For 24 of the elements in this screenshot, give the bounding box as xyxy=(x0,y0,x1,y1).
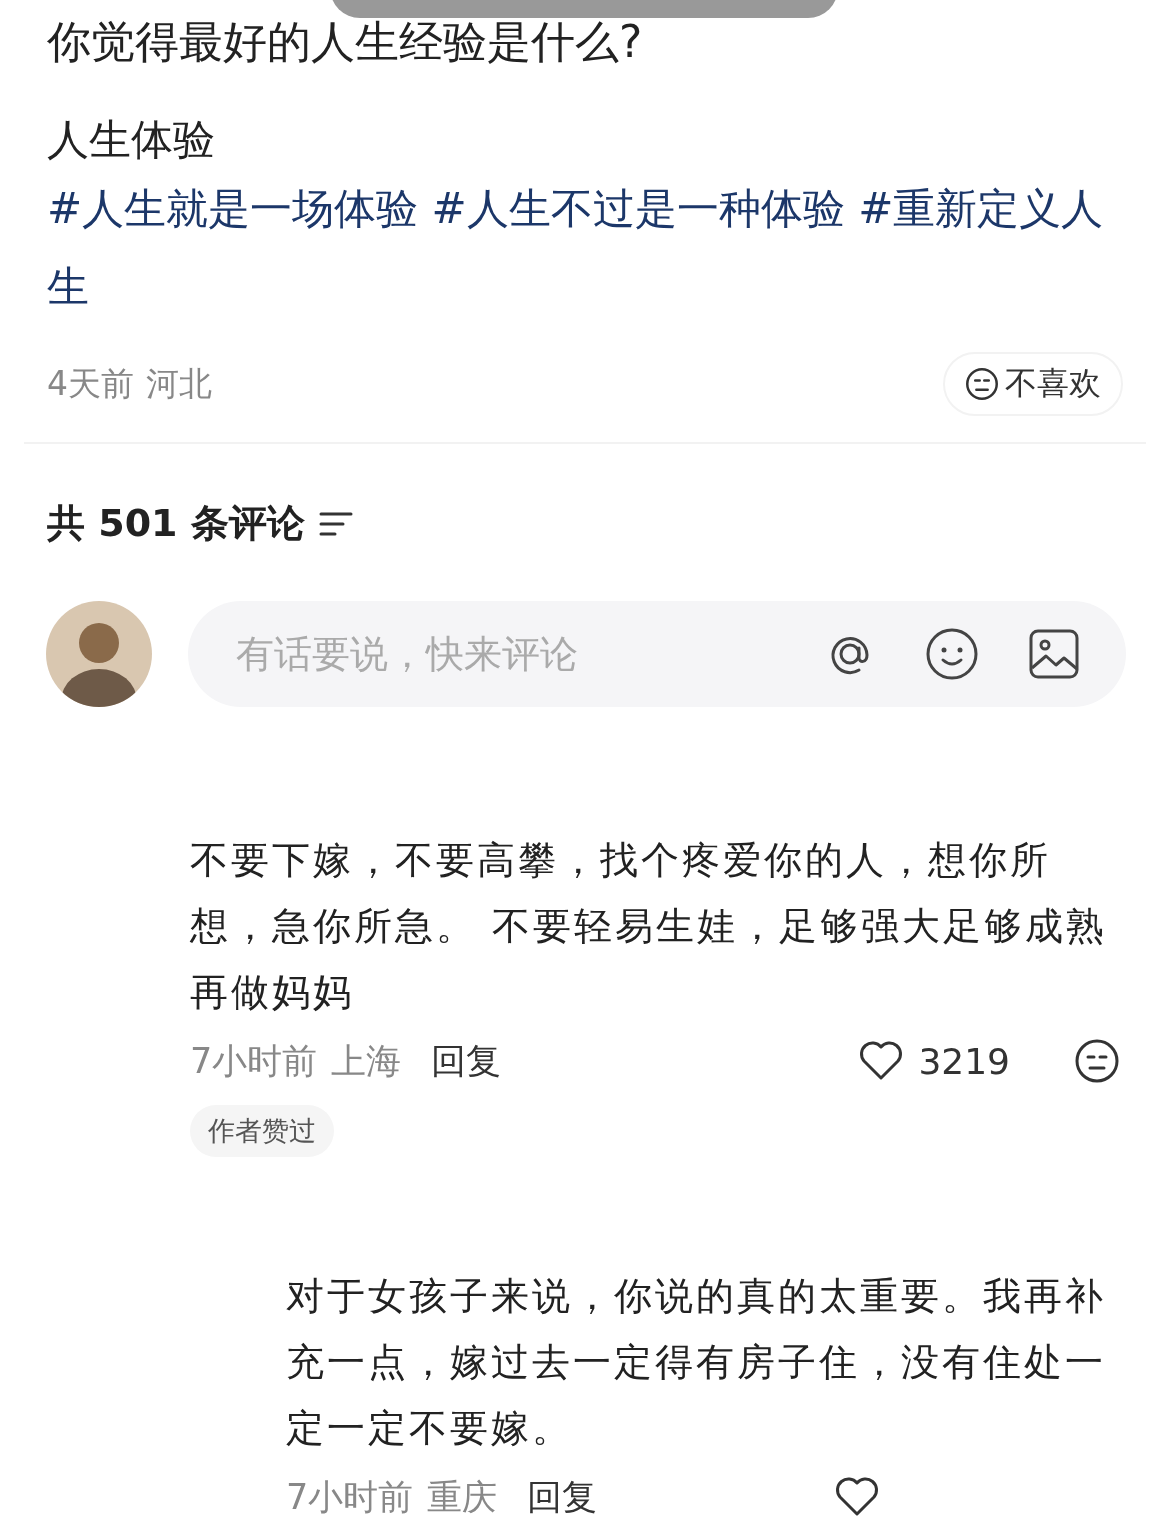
reply-time: 7小时前 xyxy=(286,1475,414,1519)
heart-icon[interactable] xyxy=(834,1476,880,1518)
comment-time: 7小时前 xyxy=(190,1039,318,1083)
hashtag-links[interactable]: #人生就是一场体验 #人生不过是一种体验 #重新定义人生 xyxy=(47,170,1117,326)
like-count: 3219 xyxy=(918,1040,1010,1082)
comment-location: 上海 xyxy=(331,1039,402,1083)
meh-face-icon xyxy=(965,367,999,401)
emoji-icon[interactable] xyxy=(924,626,980,682)
comment-text: 不要下嫁，不要高攀，找个疼爱你的人，想你所想，急你所急。 不要轻易生娃，足够强大足够成熟再做妈妈 xyxy=(190,837,1109,1016)
meh-face-icon[interactable] xyxy=(1074,1038,1120,1084)
question-body: 人生体验 xyxy=(47,114,216,166)
comment-bar[interactable]: 有话要说，快来评论 xyxy=(188,601,1126,707)
post-time: 4天前 xyxy=(47,362,134,405)
reply-location: 重庆 xyxy=(427,1475,498,1519)
comment-count-heading: 共 501 条评论 xyxy=(47,500,305,547)
question-title: 你觉得最好的人生经验是什么? xyxy=(47,20,643,69)
reply-link[interactable]: 回复 xyxy=(431,1037,502,1085)
heart-icon[interactable] xyxy=(858,1040,905,1082)
reply-text: 对于女孩子来说，你说的真的太重要。我再补充一点，嫁过去一定得有房子住，没有住处一定一定不要嫁。 xyxy=(286,1273,1107,1452)
comment-input-field[interactable]: 有话要说，快来评论 xyxy=(234,631,776,677)
author-liked-badge: 作者赞过 xyxy=(190,1105,334,1157)
reply-link[interactable]: 回复 xyxy=(527,1473,598,1521)
dislike-button[interactable]: 不喜欢 xyxy=(943,352,1123,416)
post-location: 河北 xyxy=(146,362,212,405)
